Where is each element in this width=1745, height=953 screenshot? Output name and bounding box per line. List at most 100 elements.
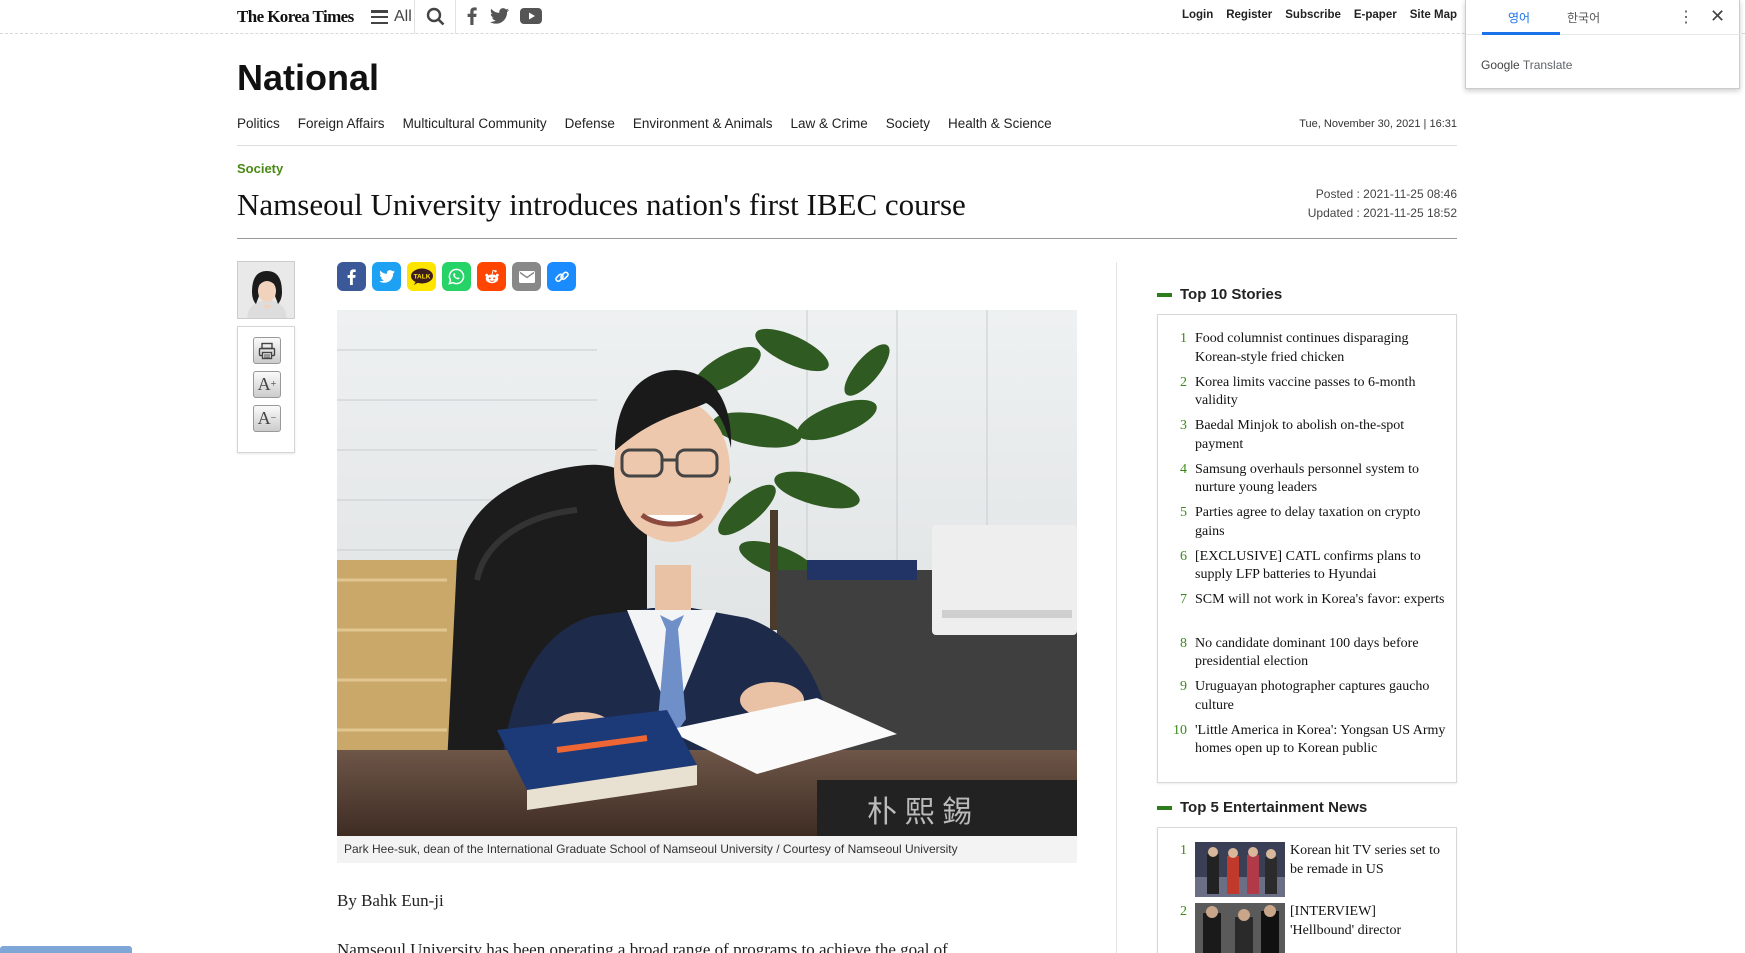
photo-caption: Park Hee-suk, dean of the International … <box>337 836 1077 863</box>
article-photo: 朴 熙 錫 <box>337 310 1077 836</box>
story-title: Baedal Minjok to abolish on-the-spot pay… <box>1195 418 1405 452</box>
list-item[interactable]: 8 No candidate dominant 100 days before … <box>1172 635 1448 672</box>
nav-environment-animals[interactable]: Environment & Animals <box>633 116 773 131</box>
share-twitter-icon[interactable] <box>372 262 401 291</box>
list-item[interactable]: 2 [INTERVIEW] 'Hellbound' director <box>1172 903 1440 953</box>
divider <box>237 238 1457 239</box>
increase-font-icon[interactable]: A + <box>253 371 281 398</box>
translate-brand-text: Translate <box>1522 58 1573 72</box>
list-item[interactable]: 4 Samsung overhauls personnel system to … <box>1172 461 1448 498</box>
share-reddit-icon[interactable] <box>477 262 506 291</box>
nav-society[interactable]: Society <box>886 116 930 131</box>
rank-number: 3 <box>1180 418 1187 433</box>
google-translate-brand[interactable]: Google Translate <box>1481 58 1572 72</box>
divider <box>237 145 1457 146</box>
share-kakaotalk-icon[interactable]: TALK <box>407 262 436 291</box>
list-item[interactable]: 1 Food columnist continues disparaging K… <box>1172 330 1448 367</box>
entertainment-list: 1 Korean hit TV series set to be remade … <box>1157 827 1457 953</box>
top10-heading: Top 10 Stories <box>1157 286 1282 303</box>
tab-english[interactable]: 영어 <box>1508 9 1530 26</box>
rank-number: 6 <box>1180 548 1187 564</box>
nav-politics[interactable]: Politics <box>237 116 280 131</box>
article-body: Namseoul University has been operating a… <box>337 940 948 953</box>
nav-health-science[interactable]: Health & Science <box>948 116 1052 131</box>
article-category[interactable]: Society <box>237 161 283 176</box>
story-title: Food columnist continues disparaging Kor… <box>1195 331 1409 365</box>
author-avatar[interactable] <box>237 261 295 319</box>
divider <box>414 0 415 34</box>
story-title: Samsung overhauls personnel system to nu… <box>1195 461 1419 496</box>
share-whatsapp-icon[interactable] <box>442 262 471 291</box>
entertainment-title: Top 5 Entertainment News <box>1180 799 1368 816</box>
svg-text:朴 熙 錫: 朴 熙 錫 <box>867 796 972 829</box>
list-item[interactable]: 1 Korean hit TV series set to be remade … <box>1172 842 1440 897</box>
list-item[interactable]: 10 'Little America in Korea': Yongsan US… <box>1172 722 1448 759</box>
epaper-link[interactable]: E-paper <box>1354 9 1397 21</box>
nav-foreign-affairs[interactable]: Foreign Affairs <box>298 116 385 131</box>
article-tools: A + A − <box>237 326 295 453</box>
list-item[interactable]: 5 Parties agree to delay taxation on cry… <box>1172 504 1448 541</box>
translate-tabs: 영어 한국어 ⋮ ✕ <box>1466 0 1741 35</box>
story-title: 'Little America in Korea': Yongsan US Ar… <box>1195 722 1446 757</box>
list-item[interactable]: 7 SCM will not work in Korea's favor: ex… <box>1172 591 1448 610</box>
heading-bar <box>1157 292 1172 297</box>
share-facebook-icon[interactable] <box>337 262 366 291</box>
list-item[interactable]: 9 Uruguayan photographer captures gaucho… <box>1172 678 1448 715</box>
share-email-icon[interactable] <box>512 262 541 291</box>
rank-number: 1 <box>1180 331 1187 346</box>
search-icon[interactable] <box>424 6 446 26</box>
copy-link-icon[interactable] <box>547 262 576 291</box>
top10-title: Top 10 Stories <box>1180 286 1283 303</box>
bottom-tab[interactable] <box>0 946 132 953</box>
story-title: Parties agree to delay taxation on crypt… <box>1195 505 1421 539</box>
section-title[interactable]: National <box>237 57 379 99</box>
decrease-font-icon[interactable]: A − <box>253 405 281 432</box>
divider <box>455 0 456 34</box>
story-title: [EXCLUSIVE] CATL confirms plans to suppl… <box>1195 548 1421 583</box>
site-logo[interactable]: The Korea Times <box>237 7 354 27</box>
youtube-icon[interactable] <box>520 6 542 26</box>
story-title: Korea limits vaccine passes to 6-month v… <box>1195 374 1416 409</box>
story-title: Korean hit TV series set to be remade in… <box>1290 843 1440 877</box>
top10-list: 1 Food columnist continues disparaging K… <box>1157 314 1457 783</box>
register-link[interactable]: Register <box>1226 9 1272 21</box>
category-nav: Politics Foreign Affairs Multicultural C… <box>237 116 1052 131</box>
list-item[interactable]: 6 [EXCLUSIVE] CATL confirms plans to sup… <box>1172 548 1448 585</box>
column-divider <box>1116 262 1117 953</box>
print-icon[interactable] <box>253 337 281 364</box>
nav-law-crime[interactable]: Law & Crime <box>790 116 867 131</box>
active-tab-indicator <box>1482 32 1560 35</box>
story-thumbnail <box>1195 903 1285 953</box>
more-options-icon[interactable]: ⋮ <box>1678 7 1694 27</box>
rank-number: 10 <box>1173 722 1187 738</box>
story-title: SCM will not work in Korea's favor: expe… <box>1195 592 1445 607</box>
rank-number: 2 <box>1180 374 1187 390</box>
current-date: Tue, November 30, 2021 | 16:31 <box>1299 118 1457 130</box>
subscribe-link[interactable]: Subscribe <box>1285 9 1341 21</box>
entertainment-heading: Top 5 Entertainment News <box>1157 799 1367 816</box>
twitter-icon[interactable] <box>489 6 509 26</box>
list-item[interactable]: 2 Korea limits vaccine passes to 6-month… <box>1172 374 1448 411</box>
sitemap-link[interactable]: Site Map <box>1410 9 1457 21</box>
kakao-talk-text: TALK <box>413 273 430 280</box>
story-title: [INTERVIEW] 'Hellbound' director <box>1290 904 1402 938</box>
rank-number: 4 <box>1180 461 1187 477</box>
rank-number: 7 <box>1180 592 1187 607</box>
article-headline: Namseoul University introduces nation's … <box>237 187 966 222</box>
google-brand-text: Google <box>1481 58 1520 72</box>
login-link[interactable]: Login <box>1182 9 1213 21</box>
list-item[interactable]: 3 Baedal Minjok to abolish on-the-spot p… <box>1172 417 1448 454</box>
article-byline: By Bahk Eun-ji <box>337 891 444 910</box>
google-translate-popup: 영어 한국어 ⋮ ✕ Google Translate <box>1465 0 1741 89</box>
close-icon[interactable]: ✕ <box>1710 6 1725 27</box>
share-bar: TALK <box>337 262 576 291</box>
article-dates: Posted : 2021-11-25 08:46 Updated : 2021… <box>1308 185 1457 223</box>
tab-korean[interactable]: 한국어 <box>1567 9 1600 26</box>
heading-bar <box>1157 805 1172 810</box>
updated-date: Updated : 2021-11-25 18:52 <box>1307 206 1457 220</box>
nav-defense[interactable]: Defense <box>565 116 615 131</box>
all-menu-button[interactable]: All <box>371 5 412 29</box>
facebook-icon[interactable] <box>466 6 478 26</box>
hamburger-icon <box>371 10 388 24</box>
nav-multicultural-community[interactable]: Multicultural Community <box>403 116 547 131</box>
